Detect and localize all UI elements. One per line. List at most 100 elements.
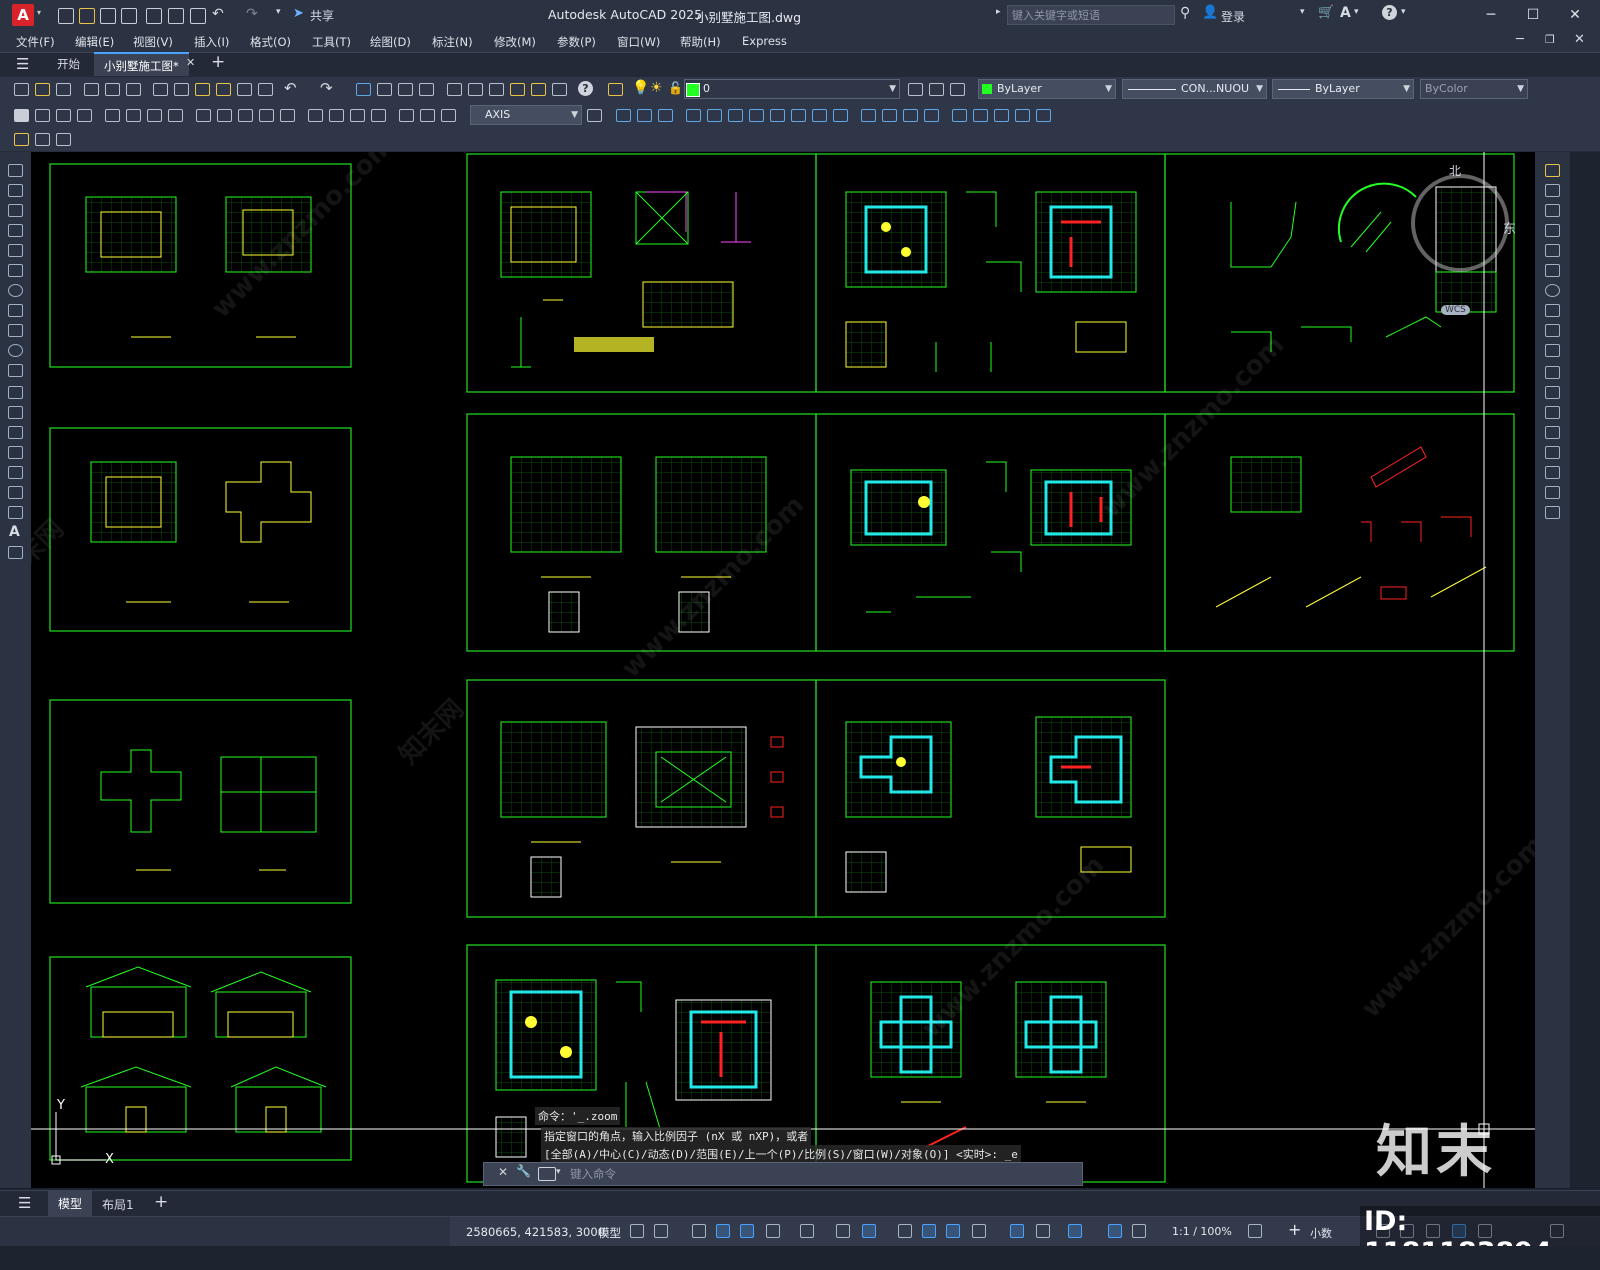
add-selected-icon[interactable]: [8, 546, 23, 559]
rectangle-icon[interactable]: [8, 244, 23, 257]
layer-state-icon[interactable]: [950, 83, 965, 96]
autocad-app-button[interactable]: A: [12, 4, 34, 26]
dimension-update-icon[interactable]: [441, 109, 456, 122]
annotation-scale[interactable]: 1:1 / 100%: [1172, 1225, 1232, 1238]
3d-move-icon[interactable]: [952, 109, 967, 122]
menu-tools[interactable]: 工具(T): [312, 34, 351, 50]
intersect-icon[interactable]: [903, 109, 918, 122]
insert-block-icon[interactable]: [14, 133, 29, 146]
selection-filter-icon[interactable]: [1036, 1224, 1050, 1238]
layer-dropdown[interactable]: 0 ▼: [684, 79, 900, 99]
menu-parametric[interactable]: 参数(P): [557, 34, 596, 50]
customize-quick-access-icon[interactable]: ▾: [276, 7, 281, 17]
new-tab-button[interactable]: +: [211, 52, 225, 72]
layer-on-bulb-icon[interactable]: 💡: [632, 80, 649, 96]
save-icon[interactable]: [100, 8, 116, 24]
auto-scale-icon[interactable]: [1132, 1224, 1146, 1238]
layout-menu-icon[interactable]: ☰: [18, 1194, 31, 1212]
app-dropdown-icon[interactable]: ▾: [1354, 7, 1359, 17]
trim-icon[interactable]: [1545, 344, 1560, 357]
extend-icon[interactable]: [1545, 366, 1560, 379]
viewcube-east-label[interactable]: 东: [1503, 218, 1516, 237]
markup-icon[interactable]: [531, 83, 546, 96]
3d-cone-icon[interactable]: [658, 109, 673, 122]
cut-icon[interactable]: [153, 83, 168, 96]
3d-box-icon[interactable]: [616, 109, 631, 122]
dimension-space-icon[interactable]: [259, 109, 274, 122]
3d-array-icon[interactable]: [1015, 109, 1030, 122]
minimize-button[interactable]: ─: [1476, 4, 1506, 26]
dimension-break-icon[interactable]: [280, 109, 295, 122]
hamburger-menu-icon[interactable]: ☰: [16, 55, 29, 73]
point-icon[interactable]: [8, 426, 23, 439]
menu-view[interactable]: 视图(V): [133, 34, 173, 50]
gizmo-icon[interactable]: [1068, 1224, 1082, 1238]
maximize-button[interactable]: ☐: [1518, 4, 1548, 26]
aligned-dimension-icon[interactable]: [35, 109, 50, 122]
table-icon[interactable]: [8, 506, 23, 519]
hatch-icon[interactable]: [8, 446, 23, 459]
offset-icon[interactable]: [1545, 224, 1560, 237]
open-icon[interactable]: [35, 83, 50, 96]
tolerance-icon[interactable]: [308, 109, 323, 122]
menu-express[interactable]: Express: [742, 34, 787, 48]
chamfer-icon[interactable]: [1545, 446, 1560, 459]
join-icon[interactable]: [1545, 426, 1560, 439]
tab-model[interactable]: 模型: [48, 1191, 93, 1217]
command-close-icon[interactable]: ✕: [498, 1165, 508, 1179]
fillet-icon[interactable]: [1545, 466, 1560, 479]
menu-format[interactable]: 格式(O): [250, 34, 291, 50]
tab-layout1[interactable]: 布局1: [102, 1196, 134, 1213]
workspace-gear-icon[interactable]: [1248, 1224, 1262, 1238]
zoom-previous-icon[interactable]: [419, 83, 434, 96]
baseline-dimension-icon[interactable]: [217, 109, 232, 122]
3d-cylinder-icon[interactable]: [707, 109, 722, 122]
design-center-icon[interactable]: [468, 83, 483, 96]
move-icon[interactable]: [1545, 264, 1560, 277]
help-tool-icon[interactable]: ?: [578, 81, 593, 96]
lineweight-display-icon[interactable]: [898, 1224, 912, 1238]
zoom-realtime-icon[interactable]: [377, 83, 392, 96]
match-properties-icon[interactable]: [216, 83, 231, 96]
plot-preview-icon[interactable]: [146, 8, 162, 24]
coordinates-readout[interactable]: 2580665, 421583, 3000: [466, 1225, 605, 1239]
publish-tool-icon[interactable]: [126, 83, 141, 96]
annotation-visibility-icon[interactable]: [1108, 1224, 1122, 1238]
wcs-menu[interactable]: WCS: [1441, 305, 1470, 315]
plotstyle-dropdown[interactable]: ByColor ▼: [1420, 79, 1528, 99]
ortho-mode-icon[interactable]: [740, 1224, 754, 1238]
menu-dimension[interactable]: 标注(N): [432, 34, 473, 50]
units-menu[interactable]: 小数: [1310, 1225, 1332, 1241]
properties-icon[interactable]: [447, 83, 462, 96]
command-recent-icon[interactable]: [538, 1167, 556, 1181]
print-icon[interactable]: [190, 8, 206, 24]
cart-icon[interactable]: 🛒: [1318, 5, 1334, 20]
autodesk-app-icon[interactable]: A: [1340, 5, 1351, 21]
paste-icon[interactable]: [195, 83, 210, 96]
infer-constraints-icon[interactable]: [692, 1224, 706, 1238]
object-snap-icon[interactable]: [862, 1224, 876, 1238]
tab-drawing[interactable]: 小别墅施工图*: [94, 52, 189, 76]
3d-sphere-icon[interactable]: [686, 109, 701, 122]
save-tool-icon[interactable]: [56, 83, 71, 96]
viewcube-ring[interactable]: [1411, 174, 1509, 272]
sheet-set-icon[interactable]: [510, 83, 525, 96]
isometric-drafting-icon[interactable]: [800, 1224, 814, 1238]
model-space-canvas[interactable]: 北 东 WCS Y X 命令：'_.zoom 指定窗口的角点，输入比例因子 (n…: [31, 152, 1535, 1188]
doc-close-button[interactable]: ✕: [1574, 32, 1585, 47]
calculator-icon[interactable]: [552, 83, 567, 96]
preview-icon[interactable]: [105, 83, 120, 96]
subtract-icon[interactable]: [882, 109, 897, 122]
revision-cloud-icon[interactable]: [8, 304, 23, 317]
3d-torus-icon[interactable]: [728, 109, 743, 122]
diameter-dimension-icon[interactable]: [147, 109, 162, 122]
undo-tool-icon[interactable]: ↶: [284, 79, 297, 97]
layer-lock-icon[interactable]: 🔓: [668, 81, 683, 95]
radius-dimension-icon[interactable]: [105, 109, 120, 122]
copy-icon[interactable]: [174, 83, 189, 96]
quick-dimension-icon[interactable]: [196, 109, 211, 122]
polygon-icon[interactable]: [8, 224, 23, 237]
line-icon[interactable]: [8, 164, 23, 177]
external-reference-icon[interactable]: [56, 133, 71, 146]
menu-file[interactable]: 文件(F): [16, 34, 55, 50]
